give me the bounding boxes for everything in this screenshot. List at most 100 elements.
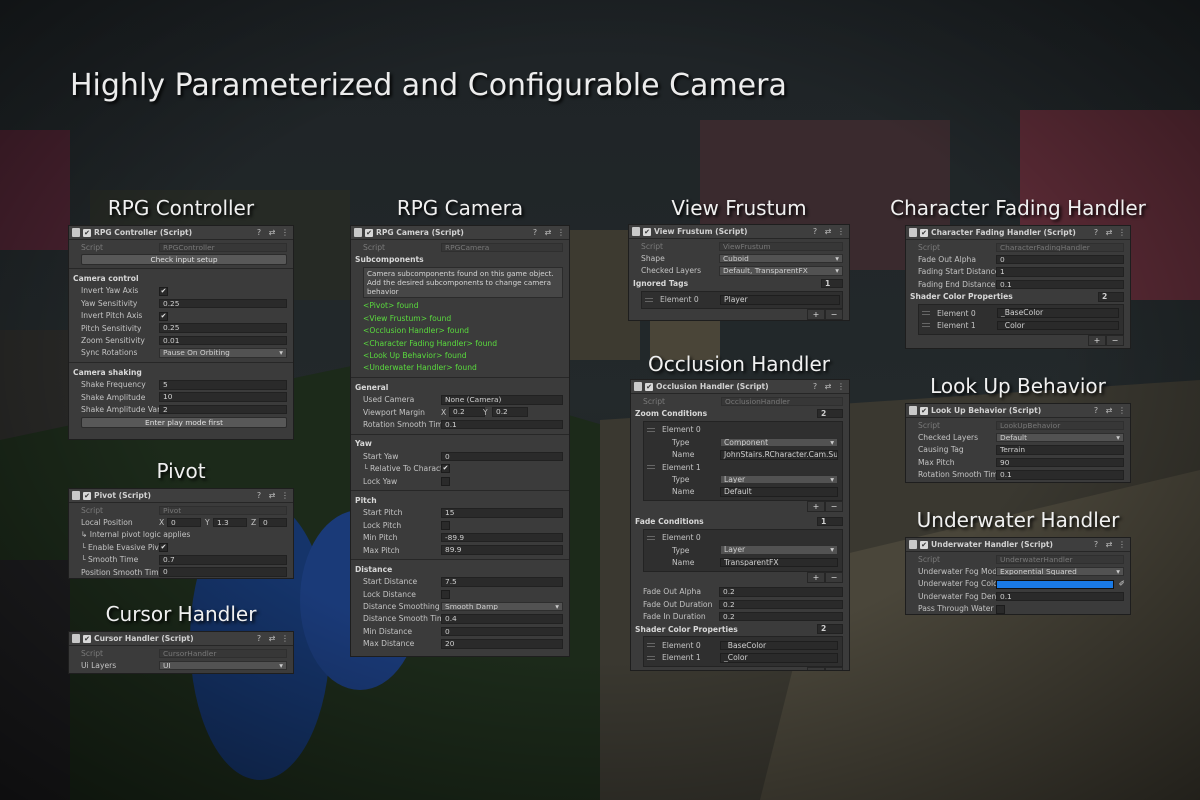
zoom-sensitivity-field[interactable]: 0.01	[159, 335, 287, 346]
enabled-checkbox[interactable]: ✔	[83, 634, 91, 643]
fade-element-0-name-field[interactable]: TransparentFX	[720, 557, 838, 568]
zoom-element-0-type-dropdown[interactable]: Component	[720, 437, 838, 448]
enabled-checkbox[interactable]: ✔	[643, 227, 651, 236]
enabled-checkbox[interactable]: ✔	[83, 228, 91, 237]
shader-color-foldout[interactable]: Shader Color Properties 2	[631, 623, 849, 635]
start-pitch-field[interactable]: 15	[441, 508, 563, 518]
fog-mode-dropdown[interactable]: Exponential Squared	[996, 566, 1124, 577]
local-position-y[interactable]: 1.3	[213, 517, 247, 528]
element-0-field[interactable]: Player	[720, 295, 840, 305]
distance-smooth-time-field[interactable]: 0.4	[441, 614, 563, 624]
rotation-smooth-field[interactable]: 0.1	[996, 470, 1124, 480]
enabled-checkbox[interactable]: ✔	[365, 228, 373, 237]
add-icon[interactable]: +	[807, 501, 825, 513]
invert-yaw-checkbox[interactable]: ✔	[159, 286, 168, 296]
help-icon[interactable]: ?	[254, 491, 264, 500]
zoom-conditions-foldout[interactable]: Zoom Conditions 2	[631, 407, 849, 419]
script-field[interactable]: CharacterFadingHandler	[996, 242, 1124, 252]
shader-element-1-field[interactable]: _Color	[997, 320, 1119, 331]
enabled-checkbox[interactable]: ✔	[83, 491, 91, 500]
checked-layers-dropdown[interactable]: Default	[996, 432, 1124, 443]
shake-variance-field[interactable]: 2	[159, 404, 287, 415]
fading-end-field[interactable]: 0.1	[996, 279, 1124, 290]
help-icon[interactable]: ?	[1091, 228, 1101, 237]
add-icon[interactable]: +	[807, 667, 825, 670]
eyedropper-icon[interactable]: ✐	[1119, 579, 1125, 588]
fade-out-alpha-field[interactable]: 0.2	[719, 587, 843, 597]
zoom-element-1-name-field[interactable]: Default	[720, 487, 838, 497]
drag-handle-icon[interactable]	[647, 655, 655, 660]
fade-out-alpha-field[interactable]: 0	[996, 254, 1124, 265]
start-yaw-field[interactable]: 0	[441, 451, 563, 462]
fog-density-field[interactable]: 0.1	[996, 591, 1124, 602]
menu-icon[interactable]: ⋮	[1117, 228, 1127, 237]
max-distance-field[interactable]: 20	[441, 639, 563, 649]
script-field[interactable]: RPGController	[159, 242, 287, 252]
preset-icon[interactable]: ⇄	[1104, 406, 1114, 415]
pitch-sensitivity-field[interactable]: 0.25	[159, 323, 287, 333]
script-field[interactable]: UnderwaterHandler	[996, 554, 1124, 564]
remove-icon[interactable]: −	[825, 308, 843, 320]
sync-rotations-dropdown[interactable]: Pause On Orbiting	[159, 348, 287, 358]
shader-color-count[interactable]: 2	[817, 624, 843, 634]
checked-layers-dropdown[interactable]: Default, TransparentFX	[719, 266, 843, 276]
add-icon[interactable]: +	[807, 308, 825, 320]
ignored-tags-count[interactable]: 1	[821, 278, 843, 289]
preset-icon[interactable]: ⇄	[543, 228, 553, 237]
zoom-element-1-type-dropdown[interactable]: Layer	[720, 474, 838, 485]
enabled-checkbox[interactable]: ✔	[920, 540, 928, 549]
causing-tag-field[interactable]: Terrain	[996, 445, 1124, 455]
max-pitch-field[interactable]: 90	[996, 457, 1124, 468]
list-item[interactable]: Element 0	[644, 532, 842, 544]
script-field[interactable]: OcclusionHandler	[721, 396, 843, 406]
remove-icon[interactable]: −	[825, 501, 843, 513]
shader-element-1-field[interactable]: _Color	[720, 653, 838, 663]
start-distance-field[interactable]: 7.5	[441, 577, 563, 587]
rotation-smooth-field[interactable]: 0.1	[441, 419, 563, 430]
remove-icon[interactable]: −	[1106, 334, 1124, 346]
enabled-checkbox[interactable]: ✔	[645, 382, 653, 391]
script-field[interactable]: RPGCamera	[441, 242, 563, 252]
preset-icon[interactable]: ⇄	[267, 228, 277, 237]
menu-icon[interactable]: ⋮	[280, 491, 290, 500]
remove-icon[interactable]: −	[825, 571, 843, 583]
component-header[interactable]: ✔ Occlusion Handler (Script) ? ⇄ ⋮	[631, 380, 849, 394]
check-input-button[interactable]: Check input setup	[81, 254, 287, 266]
fade-element-0-type-dropdown[interactable]: Layer	[720, 545, 838, 555]
component-header[interactable]: ✔ Cursor Handler (Script) ? ⇄ ⋮	[69, 632, 293, 646]
ignored-tags-foldout[interactable]: Ignored Tags 1	[629, 277, 849, 289]
add-icon[interactable]: +	[807, 571, 825, 583]
script-field[interactable]: LookUpBehavior	[996, 420, 1124, 430]
enabled-checkbox[interactable]: ✔	[920, 228, 928, 237]
enabled-checkbox[interactable]: ✔	[920, 406, 928, 415]
preset-icon[interactable]: ⇄	[1104, 228, 1114, 237]
fade-out-duration-field[interactable]: 0.2	[719, 599, 843, 610]
help-icon[interactable]: ?	[1091, 406, 1101, 415]
menu-icon[interactable]: ⋮	[1117, 406, 1127, 415]
play-mode-button[interactable]: Enter play mode first	[81, 416, 287, 428]
menu-icon[interactable]: ⋮	[556, 228, 566, 237]
menu-icon[interactable]: ⋮	[836, 227, 846, 236]
evasive-checkbox[interactable]: ✔	[159, 543, 168, 553]
list-item[interactable]: Element 0	[644, 424, 842, 436]
component-header[interactable]: ✔ RPG Camera (Script) ? ⇄ ⋮	[351, 226, 569, 240]
invert-pitch-checkbox[interactable]: ✔	[159, 311, 168, 321]
add-icon[interactable]: +	[1088, 334, 1106, 346]
pass-through-checkbox[interactable]	[996, 604, 1005, 614]
drag-handle-icon[interactable]	[645, 297, 653, 302]
fog-color-swatch[interactable]	[996, 579, 1114, 589]
drag-handle-icon[interactable]	[922, 310, 930, 315]
help-icon[interactable]: ?	[530, 228, 540, 237]
lock-distance-checkbox[interactable]	[441, 589, 450, 599]
drag-handle-icon[interactable]	[647, 464, 655, 469]
preset-icon[interactable]: ⇄	[267, 634, 277, 643]
shader-color-foldout[interactable]: Shader Color Properties 2	[906, 291, 1130, 303]
script-field[interactable]: Pivot	[159, 505, 287, 515]
viewport-margin-y[interactable]: 0.2	[492, 407, 528, 417]
list-item[interactable]: Element 1	[644, 461, 842, 473]
shader-color-count[interactable]: 2	[1098, 292, 1124, 302]
local-position-z[interactable]: 0	[259, 517, 287, 528]
position-smooth-field[interactable]: 0	[159, 567, 287, 577]
remove-icon[interactable]: −	[825, 667, 843, 670]
component-header[interactable]: ✔ Underwater Handler (Script) ? ⇄ ⋮	[906, 538, 1130, 552]
